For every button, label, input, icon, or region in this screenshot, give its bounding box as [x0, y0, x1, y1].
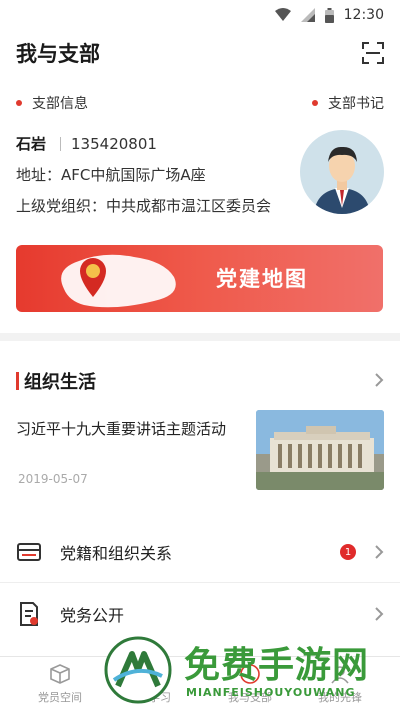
branch-info-text: 支部信息: [32, 96, 88, 112]
party-map-banner[interactable]: 党建地图: [16, 245, 383, 312]
membership-label: 党籍和组织关系: [60, 544, 173, 563]
page-title: 我与支部: [16, 42, 100, 66]
org-life-header[interactable]: 组织生活: [16, 368, 384, 394]
secretary-name: 石岩: [16, 135, 47, 153]
notification-badge: 1: [340, 544, 356, 560]
parent-org-row: 上级党组织：中共成都市温江区委员会: [16, 197, 272, 215]
watermark-subtitle: MIANFEISHOUYOUWANG: [186, 686, 356, 699]
section-divider: [0, 333, 400, 341]
signal-icon: [300, 8, 315, 22]
status-bar: 12:30: [0, 0, 400, 32]
chevron-right-icon: [375, 373, 384, 387]
news-thumbnail: [256, 410, 384, 490]
phone-number[interactable]: 135420801: [71, 135, 157, 153]
separator: [60, 136, 62, 151]
document-icon: [20, 601, 38, 626]
address-row: 地址：AFC中航国际广场A座: [16, 166, 206, 184]
battery-icon: [324, 7, 334, 23]
tab-member-space[interactable]: 党员空间: [10, 663, 110, 705]
contact-row: 石岩 135420801: [16, 128, 296, 159]
news-item[interactable]: 习近平十九大重要讲话主题活动 2019-05-07: [16, 408, 384, 492]
wifi-icon: [274, 8, 291, 21]
branch-info: 石岩 135420801 地址：AFC中航国际广场A座 上级党组织：中共成都市温…: [16, 128, 296, 221]
status-icons: 12:30: [274, 7, 384, 23]
red-dot-icon: [16, 100, 22, 106]
affairs-label: 党务公开: [60, 605, 125, 625]
membership-card-icon: [17, 543, 41, 561]
status-time: 12:30: [343, 7, 384, 23]
watermark-logo: [104, 636, 172, 704]
chevron-right-icon: [375, 606, 384, 621]
branch-secretary-text: 支部书记: [328, 96, 384, 112]
watermark: 免费手游网 MIANFEISHOUYOUWANG: [100, 632, 400, 711]
party-map-label: 党建地图: [216, 266, 308, 291]
avatar[interactable]: [300, 130, 384, 214]
accent-bar: [16, 372, 19, 390]
tab-member-space-label: 党员空间: [38, 691, 82, 704]
branch-info-label: 支部信息: [16, 93, 88, 113]
user-avatar-icon: [314, 146, 370, 214]
news-date: 2019-05-07: [18, 472, 88, 486]
scan-icon[interactable]: [362, 42, 384, 64]
chevron-right-icon: [375, 545, 384, 559]
section-labels: 支部信息 支部书记: [0, 93, 400, 113]
list-item-membership[interactable]: 党籍和组织关系 1: [0, 522, 400, 583]
header: 我与支部: [0, 36, 400, 72]
cube-icon: [50, 664, 70, 684]
watermark-title: 免费手游网: [184, 645, 370, 686]
news-title: 习近平十九大重要讲话主题活动: [16, 420, 227, 438]
branch-secretary-label: 支部书记: [312, 93, 384, 113]
red-dot-icon: [312, 100, 318, 106]
building-image: [256, 410, 384, 490]
org-life-title: 组织生活: [24, 372, 96, 393]
map-pin-icon: [80, 258, 106, 297]
menu-list: 党籍和组织关系 1 党务公开: [0, 522, 400, 644]
map-blob-graphic: [61, 254, 176, 308]
